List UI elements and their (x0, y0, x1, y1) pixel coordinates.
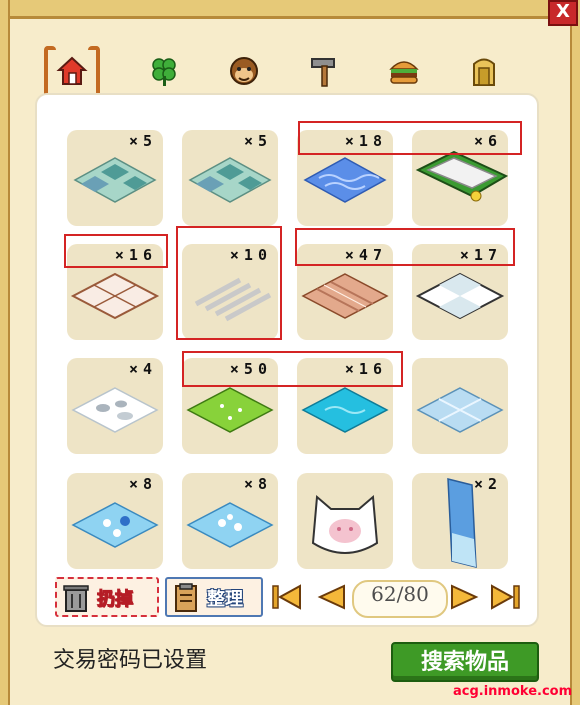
category-tabs (44, 44, 514, 102)
arrow-right-icon (451, 584, 479, 610)
inventory-slot[interactable]: ×8 (67, 473, 163, 569)
watermark: acg.inmoke.com (453, 684, 573, 699)
total-pages: 80 (403, 582, 429, 606)
tab-pets[interactable] (216, 44, 272, 98)
item-quantity: ×2 (473, 475, 502, 493)
inventory-slot[interactable]: ×2 (412, 473, 508, 569)
highlight-box (295, 228, 515, 266)
inventory-panel: ×5 ×5 ×18 ×6 ×16 ×10 ×47 ×17 ×4 ×50 ×16 … (35, 93, 539, 627)
inventory-slot[interactable]: ×8 (182, 473, 278, 569)
arrow-left-icon (317, 584, 345, 610)
clipboard-icon (175, 583, 197, 612)
discard-label: 扔掉 (97, 589, 134, 611)
gate-icon (473, 58, 495, 86)
last-page-icon (491, 584, 520, 610)
tab-buildings[interactable] (456, 44, 512, 98)
page-indicator: 62/80 (352, 580, 448, 618)
last-page-button[interactable] (488, 583, 522, 611)
window-top-frame (0, 0, 580, 19)
highlight-box (182, 351, 403, 387)
monkey-face-icon (230, 57, 258, 85)
window-left-frame (0, 0, 10, 705)
house-icon (56, 56, 88, 85)
window-right-frame (570, 0, 580, 705)
first-page-icon (272, 584, 301, 610)
highlight-box (176, 226, 282, 340)
inventory-slot[interactable] (412, 358, 508, 454)
highlight-box (64, 234, 168, 268)
item-quantity: ×5 (128, 132, 157, 150)
tab-food[interactable] (376, 44, 432, 98)
highlight-box (298, 121, 522, 155)
clover-icon (152, 58, 176, 86)
first-page-button[interactable] (270, 583, 304, 611)
item-quantity: ×5 (243, 132, 272, 150)
close-button[interactable]: X (548, 0, 578, 26)
inventory-slot[interactable]: ×5 (182, 130, 278, 226)
discard-button[interactable]: 扔掉 (55, 577, 159, 617)
item-quantity: ×8 (128, 475, 157, 493)
item-quantity: ×8 (243, 475, 272, 493)
item-quantity: ×4 (128, 360, 157, 378)
inventory-slot[interactable] (297, 473, 393, 569)
trade-password-status: 交易密码已设置 (53, 648, 208, 673)
burger-icon (389, 61, 419, 84)
trash-can-icon (63, 585, 89, 612)
next-page-button[interactable] (448, 583, 482, 611)
tab-tools[interactable] (296, 44, 352, 98)
inventory-slot[interactable]: ×4 (67, 358, 163, 454)
inventory-slot[interactable]: ×5 (67, 130, 163, 226)
current-page: 62 (371, 582, 397, 606)
organize-button[interactable]: 整理 (165, 577, 263, 617)
tab-furniture[interactable] (44, 44, 100, 102)
organize-label: 整理 (207, 589, 243, 610)
tab-plants[interactable] (136, 44, 192, 98)
cat-cushion-icon (311, 494, 379, 554)
ice-glass-tile-icon (416, 387, 504, 433)
hammer-icon (311, 58, 335, 87)
prev-page-button[interactable] (314, 583, 348, 611)
search-items-button[interactable]: 搜索物品 (391, 642, 539, 682)
